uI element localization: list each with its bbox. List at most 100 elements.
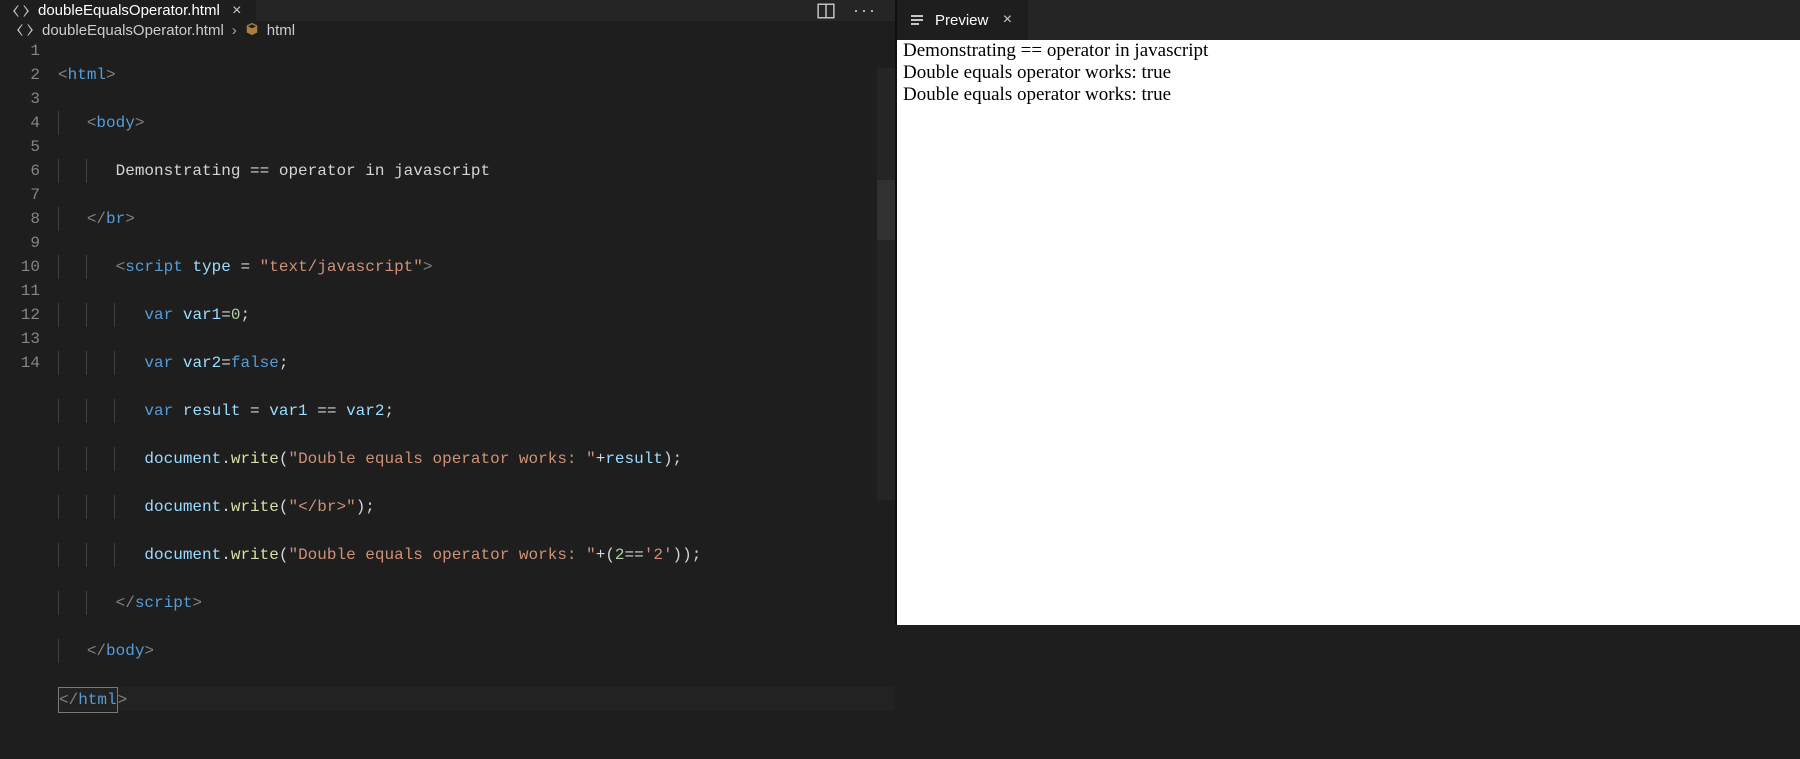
close-icon[interactable]: × <box>228 3 246 19</box>
code-editor[interactable]: 1 2 3 4 5 6 7 8 9 10 11 12 13 14 <html> … <box>0 39 895 759</box>
code-token: ; <box>365 498 375 516</box>
line-gutter: 1 2 3 4 5 6 7 8 9 10 11 12 13 14 <box>0 39 58 759</box>
line-number: 6 <box>0 159 40 183</box>
code-token: var1 <box>269 402 317 420</box>
line-number: 3 <box>0 87 40 111</box>
code-token: 2 <box>615 546 625 564</box>
code-token: == <box>625 546 644 564</box>
code-token: </ <box>87 210 106 228</box>
code-token: . <box>221 546 231 564</box>
code-token: > <box>423 258 433 276</box>
breadcrumb-symbol[interactable]: html <box>267 22 295 39</box>
code-token: </ <box>59 691 78 709</box>
code-token: var2 <box>346 402 384 420</box>
code-content[interactable]: <html> <body> Demonstrating == operator … <box>58 39 895 759</box>
code-token: ; <box>692 546 702 564</box>
code-token: false <box>231 354 279 372</box>
code-token: script <box>125 258 183 276</box>
code-token: var <box>144 402 173 420</box>
preview-line: Double equals operator works: true <box>897 62 1800 84</box>
code-token: ; <box>240 306 250 324</box>
editor-pane: doubleEqualsOperator.html × ··· doubleEq… <box>0 0 895 625</box>
code-token: </ <box>116 594 135 612</box>
code-token: = <box>221 354 231 372</box>
code-token: > <box>135 114 145 132</box>
line-number: 1 <box>0 39 40 63</box>
code-token: result <box>173 402 250 420</box>
code-token: > <box>144 642 154 660</box>
code-token: = <box>231 258 260 276</box>
code-token: type <box>192 258 230 276</box>
close-icon[interactable]: × <box>998 11 1016 29</box>
code-token: html <box>78 691 116 709</box>
breadcrumb[interactable]: doubleEqualsOperator.html › html <box>0 21 895 39</box>
code-token: script <box>135 594 193 612</box>
code-token: < <box>58 66 68 84</box>
code-token: == <box>317 402 346 420</box>
code-token: "text/javascript" <box>260 258 423 276</box>
line-number: 10 <box>0 255 40 279</box>
code-token: result <box>605 450 663 468</box>
code-token: )) <box>673 546 692 564</box>
file-html-icon <box>12 2 30 20</box>
minimap[interactable] <box>877 68 895 500</box>
code-token: "Double equals operator works: " <box>288 450 595 468</box>
code-token: var1 <box>173 306 221 324</box>
code-token: ) <box>356 498 366 516</box>
code-token: body <box>106 642 144 660</box>
code-token: < <box>116 258 126 276</box>
code-token: ; <box>384 402 394 420</box>
preview-tab[interactable]: Preview × <box>897 0 1028 40</box>
code-token: > <box>125 210 135 228</box>
symbol-icon <box>245 22 259 39</box>
minimap-viewport[interactable] <box>877 180 895 240</box>
editor-tab[interactable]: doubleEqualsOperator.html × <box>0 0 257 21</box>
code-token: var <box>144 306 173 324</box>
code-token: ; <box>279 354 289 372</box>
code-token: write <box>231 546 279 564</box>
line-number: 9 <box>0 231 40 255</box>
code-token: body <box>96 114 134 132</box>
chevron-right-icon: › <box>232 22 237 39</box>
preview-pane: Preview × Demonstrating == operator in j… <box>897 0 1800 625</box>
code-token: var <box>144 354 173 372</box>
line-number: 11 <box>0 279 40 303</box>
split-editor-icon[interactable] <box>817 2 835 20</box>
editor-tab-bar: doubleEqualsOperator.html × ··· <box>0 0 895 21</box>
code-token: "Double equals operator works: " <box>288 546 595 564</box>
preview-tab-bar: Preview × <box>897 0 1800 40</box>
code-token: "</br>" <box>288 498 355 516</box>
line-number: 8 <box>0 207 40 231</box>
line-number: 12 <box>0 303 40 327</box>
preview-icon <box>909 12 925 28</box>
code-token: . <box>221 450 231 468</box>
code-token: html <box>68 66 106 84</box>
code-token: Demonstrating == operator in javascript <box>116 162 490 180</box>
line-number: 4 <box>0 111 40 135</box>
code-token: ) <box>663 450 673 468</box>
code-token: write <box>231 498 279 516</box>
code-token: var2 <box>173 354 221 372</box>
code-token: </ <box>87 642 106 660</box>
line-number: 13 <box>0 327 40 351</box>
code-token: '2' <box>644 546 673 564</box>
line-number: 7 <box>0 183 40 207</box>
line-number: 14 <box>0 351 40 375</box>
more-actions-icon[interactable]: ··· <box>853 0 877 21</box>
line-number: 5 <box>0 135 40 159</box>
code-token: = <box>221 306 231 324</box>
code-token: . <box>221 498 231 516</box>
code-token: br <box>106 210 125 228</box>
breadcrumb-file[interactable]: doubleEqualsOperator.html <box>42 22 224 39</box>
code-token: > <box>192 594 202 612</box>
preview-line: Demonstrating == operator in javascript <box>897 40 1800 62</box>
code-token: = <box>250 402 269 420</box>
preview-tab-label: Preview <box>935 12 988 29</box>
line-number: 2 <box>0 63 40 87</box>
preview-line: Double equals operator works: true <box>897 84 1800 106</box>
code-token: > <box>106 66 116 84</box>
code-token: + <box>596 450 606 468</box>
code-token: < <box>87 114 97 132</box>
code-token: document <box>144 450 221 468</box>
preview-body: Demonstrating == operator in javascript … <box>897 40 1800 625</box>
